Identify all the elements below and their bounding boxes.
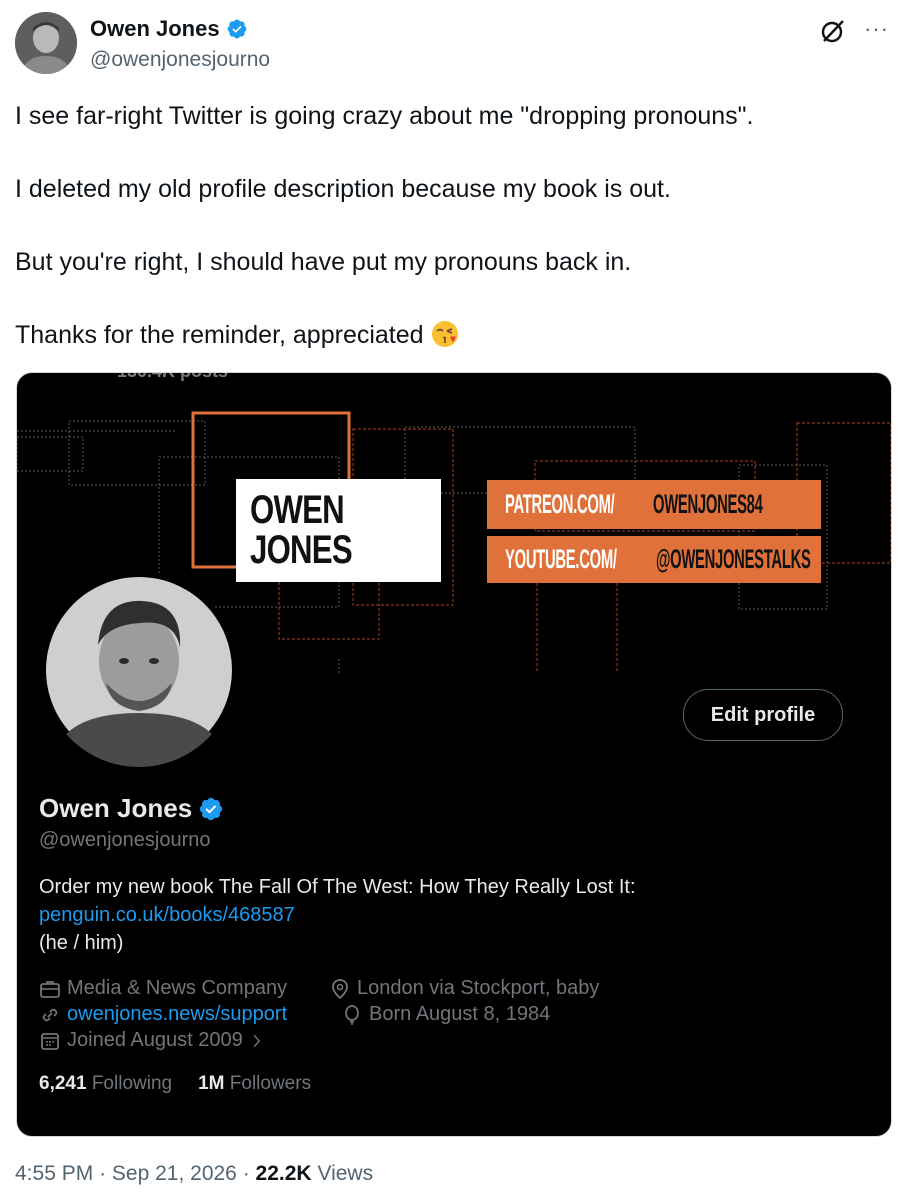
profile-name-text: Owen Jones (39, 793, 193, 823)
tweet-date[interactable]: Sep 21, 2026 (112, 1162, 237, 1185)
grok-icon[interactable] (820, 18, 846, 44)
patreon-prefix: PATREON.COM/ (505, 489, 615, 519)
calendar-icon (41, 1032, 59, 1050)
website-link[interactable]: owenjones.news/support (67, 1003, 287, 1026)
author-name[interactable]: Owen Jones (90, 16, 248, 42)
tweet-footer: 4:55 PM · Sep 21, 2026 · 22.2K Views (15, 1162, 373, 1186)
author-name-text[interactable]: Owen Jones (90, 16, 220, 42)
balloon-icon (345, 1004, 359, 1025)
author-avatar[interactable] (15, 12, 77, 74)
profile-screenshot-card[interactable]: 130.4K posts OWEN JONES PATREON.COM/OWEN… (16, 372, 892, 1137)
profile-website[interactable]: owenjones.news/support (39, 1003, 287, 1026)
verified-badge-icon (200, 797, 223, 820)
tweet-paragraph-last: Thanks for the reminder, appreciated (15, 317, 875, 354)
category-text: Media & News Company (67, 977, 288, 999)
face-blowing-kiss-icon (431, 321, 458, 347)
banner-patreon-bar: PATREON.COM/OWENJONES84 (487, 480, 821, 529)
bio-link[interactable]: penguin.co.uk/books/468587 (39, 901, 636, 929)
location-pin-icon (332, 978, 348, 999)
profile-joined[interactable]: Joined August 2009 (39, 1029, 265, 1052)
banner-name-line1: OWEN (250, 488, 345, 532)
profile-category: Media & News Company (39, 977, 287, 1000)
banner-name-box: OWEN JONES (236, 479, 441, 582)
tweet-paragraph: But you're right, I should have put my p… (15, 248, 632, 276)
profile-birthday: Born August 8, 1984 (341, 1003, 550, 1026)
verified-badge-icon (227, 19, 246, 39)
banner-name-line2: JONES (250, 528, 353, 572)
tweet-paragraph: I see far-right Twitter is going crazy a… (15, 102, 754, 130)
following-stat[interactable]: 6,241 Following (39, 1073, 172, 1095)
separator: · (242, 1162, 250, 1185)
born-text: Born August 8, 1984 (369, 1003, 551, 1025)
youtube-prefix: YOUTUBE.COM/ (505, 544, 617, 574)
bio-pronouns: (he / him) (39, 932, 124, 954)
author-handle[interactable]: @owenjonesjourno (90, 48, 270, 72)
followers-stat[interactable]: 1M Followers (198, 1073, 311, 1095)
followers-count: 1M (198, 1073, 225, 1094)
patreon-suffix: OWENJONES84 (653, 489, 763, 519)
banner-youtube-bar: YOUTUBE.COM/ @OWENJONESTALKS (487, 536, 821, 583)
more-options-icon[interactable]: ··· (864, 16, 889, 42)
bio-text: Order my new book The Fall Of The West: … (39, 876, 636, 898)
followers-label: Followers (229, 1073, 312, 1094)
views-count: 22.2K (255, 1162, 312, 1185)
following-count: 6,241 (39, 1073, 87, 1094)
profile-stats: 6,241 Following 1M Followers (39, 1073, 311, 1095)
edit-profile-button[interactable]: Edit profile (683, 689, 843, 741)
chevron-right-icon (253, 1034, 260, 1047)
profile-location: London via Stockport, baby (329, 977, 599, 1000)
youtube-suffix: @OWENJONESTALKS (655, 544, 811, 574)
tweet-paragraph: I deleted my old profile description bec… (15, 175, 671, 203)
views-label: Views (317, 1162, 374, 1185)
tweet-time[interactable]: 4:55 PM (15, 1162, 93, 1185)
profile-name: Owen Jones (39, 793, 224, 824)
tweet-paragraph-text: Thanks for the reminder, appreciated (15, 321, 424, 349)
profile-avatar[interactable] (42, 573, 236, 767)
location-text: London via Stockport, baby (357, 977, 600, 999)
link-icon (42, 1008, 58, 1021)
joined-text: Joined August 2009 (67, 1029, 243, 1051)
briefcase-icon (40, 980, 60, 998)
separator: · (99, 1162, 107, 1185)
profile-bio: Order my new book The Fall Of The West: … (39, 873, 636, 957)
following-label: Following (91, 1073, 173, 1094)
profile-handle: @owenjonesjourno (39, 829, 211, 851)
tweet-text: I see far-right Twitter is going crazy a… (15, 98, 875, 390)
